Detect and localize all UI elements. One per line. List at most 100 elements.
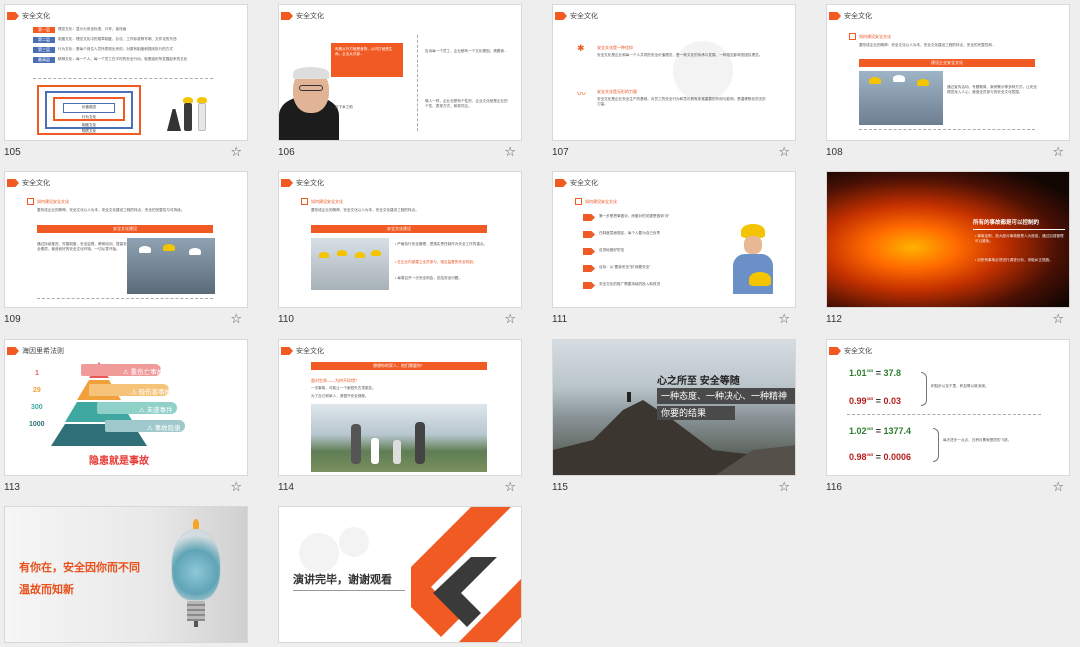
level-label: ⚠ 重伤亡事故 (123, 369, 164, 376)
nested-box-mid: 价值观念 行为文化 制度文化 (45, 91, 133, 129)
slide-header: 安全文化 (281, 178, 324, 188)
family-photo (311, 404, 487, 472)
slide-thumbnail-105[interactable]: 安全文化 第一层 理念文化：显示为安全标语、口号、宣传画 第二层 制度文化：理念文化… (4, 4, 248, 159)
paragraph: 积跬步以至千里，积怠惰以致深渊。 (931, 384, 989, 388)
equation: 1.02365 = 1377.4 (849, 426, 912, 436)
divider (293, 590, 405, 591)
slide-preview[interactable]: 安全文化 如何建设安全文化 要形成企业的精神，安全文化以人为本，安全文化建设工程… (4, 171, 248, 308)
divider (37, 298, 213, 299)
divider (973, 229, 1065, 230)
nested-box-inner: 价值观念 行为文化 (53, 97, 125, 121)
checkbox-icon (301, 198, 308, 205)
arrow-icon (583, 282, 595, 289)
level-value: 29 (33, 387, 41, 394)
slide-number: 111 (552, 314, 568, 325)
star-outline-icon[interactable]: ☆ (230, 311, 242, 327)
workers-photo (127, 238, 215, 294)
slide-preview[interactable]: 安全文化 想想你的家人，他们需要你！ 面对生命——为何不珍惜？ 一次事故，可能让… (278, 339, 522, 476)
slide-thumbnail-109[interactable]: 安全文化 如何建设安全文化 要形成企业的精神，安全文化以人为本，安全文化建设工程… (4, 171, 248, 326)
slide-number: 106 (278, 147, 295, 158)
paragraph: 为了自己和家人，请遵守安全规程。 (311, 394, 369, 398)
header-arrow-icon (7, 347, 19, 355)
star-outline-icon[interactable]: ☆ (504, 479, 516, 495)
bullet-item: • 对所有事故必须进行调查分析，采取纠正措施。 (975, 258, 1053, 262)
arrow-icon (583, 231, 595, 238)
layer-row: 第一层 理念文化：显示为安全标语、口号、宣传画 (33, 27, 211, 33)
heading: 安全文化是无形的力量 (597, 89, 637, 94)
slide-preview[interactable]: 演讲完毕，谢谢观看 (278, 506, 522, 643)
slide-thumbnail-110[interactable]: 安全文化 如何建设安全文化 要形成企业的精神，安全文化以人为本，安全文化建设工程… (278, 171, 522, 326)
star-outline-icon[interactable]: ☆ (230, 144, 242, 160)
section-bar: 安全文化建设 (311, 225, 487, 233)
slide-header: 安全文化 (829, 11, 872, 21)
star-outline-icon[interactable]: ☆ (1052, 479, 1064, 495)
level-value: 300 (31, 404, 43, 411)
slide-preview[interactable]: 海因里希法则 ⚠ 重伤亡事故 ⚠ 轻伤害事故 ⚠ 未遂事件 ⚠ 事故隐患 1 2… (4, 339, 248, 476)
slide-preview[interactable]: 安全文化 鸡蛋从外打破是食物，从内打破是生命。企业从外部... 松下幸之助 告诉… (278, 4, 522, 141)
slide-thumbnail-111[interactable]: 安全文化 如何建设安全文化 第一步是把事做对，而做对的关键是做到“对” 在制度层… (552, 171, 796, 326)
slide-thumbnail-118[interactable]: 演讲完毕，谢谢观看 118☆ (278, 506, 522, 647)
checkbox-icon (575, 198, 582, 205)
slide-number: 105 (4, 147, 21, 158)
slide-preview[interactable]: 心之所至 安全等随 一种态度、一种决心、一种精神 你要的结果 (552, 339, 796, 476)
background-figure (339, 527, 369, 557)
hiker-figure (627, 392, 631, 402)
slide-preview[interactable]: 安全文化 ✱ 安全文化是一种信仰 安全文化是企业和每一个人共同的安全价值理念，是… (552, 4, 796, 141)
level-label: ⚠ 事故隐患 (147, 425, 181, 432)
star-outline-icon[interactable]: ☆ (778, 479, 790, 495)
slide-thumbnail-107[interactable]: 安全文化 ✱ 安全文化是一种信仰 安全文化是企业和每一个人共同的安全价值理念，是… (552, 4, 796, 159)
header-arrow-icon (7, 179, 19, 187)
slide-thumbnail-116[interactable]: 安全文化 1.01365 = 37.8 0.99365 = 0.03 积跬步以至… (826, 339, 1070, 494)
slide-thumbnail-106[interactable]: 安全文化 鸡蛋从外打破是食物，从内打破是生命。企业从外部... 松下幸之助 告诉… (278, 4, 522, 159)
paragraph: 告诉每一个员工，企业都有一个文化基因，请跟我... (425, 49, 508, 53)
star-outline-icon[interactable]: ☆ (504, 144, 516, 160)
slide-preview[interactable]: 安全文化 第一层 理念文化：显示为安全标语、口号、宣传画 第二层 制度文化：理念文化… (4, 4, 248, 141)
slide-thumbnail-117[interactable]: 有你在，安全因你而不同 温故而知新 117☆ (4, 506, 248, 647)
slide-preview[interactable]: 所有的事故都是可以控制的 • 事故证明，绝大部分事故都是人为造成，通过加强管理可… (826, 171, 1070, 308)
slide-title: 有你在，安全因你而不同 (19, 562, 140, 574)
star-outline-icon[interactable]: ☆ (778, 144, 790, 160)
level-label: ⚠ 未遂事件 (139, 407, 173, 414)
step-list: 第一步是把事做对，而做对的关键是做到“对” 在制度层面规定，每个人要为自己负责 … (583, 214, 753, 299)
paragraph: 要形成企业的精神，安全文化以人为本，安全文化建设工程的特点，安全的完整性与可持续… (37, 208, 185, 212)
star-outline-icon[interactable]: ☆ (504, 311, 516, 327)
star-outline-icon[interactable]: ☆ (778, 311, 790, 327)
arrow-icon (583, 248, 595, 255)
workers-photo (311, 238, 389, 290)
slide-preview[interactable]: 安全文化 如何建设安全文化 要形成企业的精神，安全文化以人为本，安全文化建设工程… (278, 171, 522, 308)
heading: 面对生命——为何不珍惜？ (311, 378, 359, 383)
star-outline-icon[interactable]: ☆ (1052, 311, 1064, 327)
bullet-item: • 严格执行安全管理，把落实责任制作为安全工作的重点。 (395, 242, 488, 246)
slide-number: 116 (826, 482, 842, 493)
slide-header: 海因里希法则 (7, 346, 64, 356)
slide-number: 114 (278, 482, 294, 493)
brace (921, 372, 927, 406)
footer-text: 隐患就是事故 (89, 456, 149, 467)
star-outline-icon[interactable]: ☆ (1052, 144, 1064, 160)
brace (933, 428, 939, 462)
equation: 0.99365 = 0.03 (849, 396, 902, 406)
slide-header: 安全文化 (281, 346, 324, 356)
slide-preview[interactable]: 安全文化 1.01365 = 37.8 0.99365 = 0.03 积跬步以至… (826, 339, 1070, 476)
slide-thumbnail-113[interactable]: 海因里希法则 ⚠ 重伤亡事故 ⚠ 轻伤害事故 ⚠ 未遂事件 ⚠ 事故隐患 1 2… (4, 339, 248, 494)
slide-header: 安全文化 (7, 178, 50, 188)
slide-header: 安全文化 (829, 346, 872, 356)
header-arrow-icon (829, 347, 841, 355)
slide-preview[interactable]: 安全文化 如何建设安全文化 要形成企业的精神：安全文化以人为本，安全文化建设工程… (826, 4, 1070, 141)
star-outline-icon[interactable]: ☆ (230, 479, 242, 495)
slide-number: 113 (4, 482, 20, 493)
bullet-item: • 每周召开一次安全例会，总结安全问题。 (395, 276, 462, 280)
step-item: 安全文化的推广需要持续的投入和改进 (583, 282, 753, 299)
slide-number: 109 (4, 314, 21, 325)
slide-preview[interactable]: 有你在，安全因你而不同 温故而知新 (4, 506, 248, 643)
slide-thumbnail-112[interactable]: 所有的事故都是可以控制的 • 事故证明，绝大部分事故都是人为造成，通过加强管理可… (826, 171, 1070, 326)
paragraph: 要形成企业的精神，安全文化以人为本，安全文化建设工程的特点。 (311, 208, 419, 212)
slide-header: 安全文化 (281, 11, 324, 21)
slide-preview[interactable]: 安全文化 如何建设安全文化 第一步是把事做对，而做对的关键是做到“对” 在制度层… (552, 171, 796, 308)
slide-thumbnail-115[interactable]: 心之所至 安全等随 一种态度、一种决心、一种精神 你要的结果 115 ☆ (552, 339, 796, 494)
slide-number: 107 (552, 147, 569, 158)
slide-thumbnail-108[interactable]: 安全文化 如何建设安全文化 要形成企业的精神：安全文化以人为本，安全文化建设工程… (826, 4, 1070, 159)
slide-thumbnail-114[interactable]: 安全文化 想想你的家人，他们需要你！ 面对生命——为何不珍惜？ 一次事故，可能让… (278, 339, 522, 494)
layer-row: 最高层 精神文化：每一个人、每一个员工在平时的安全行动，就是组织所发展起来的文化 (33, 57, 211, 63)
slide-number: 115 (552, 482, 568, 493)
